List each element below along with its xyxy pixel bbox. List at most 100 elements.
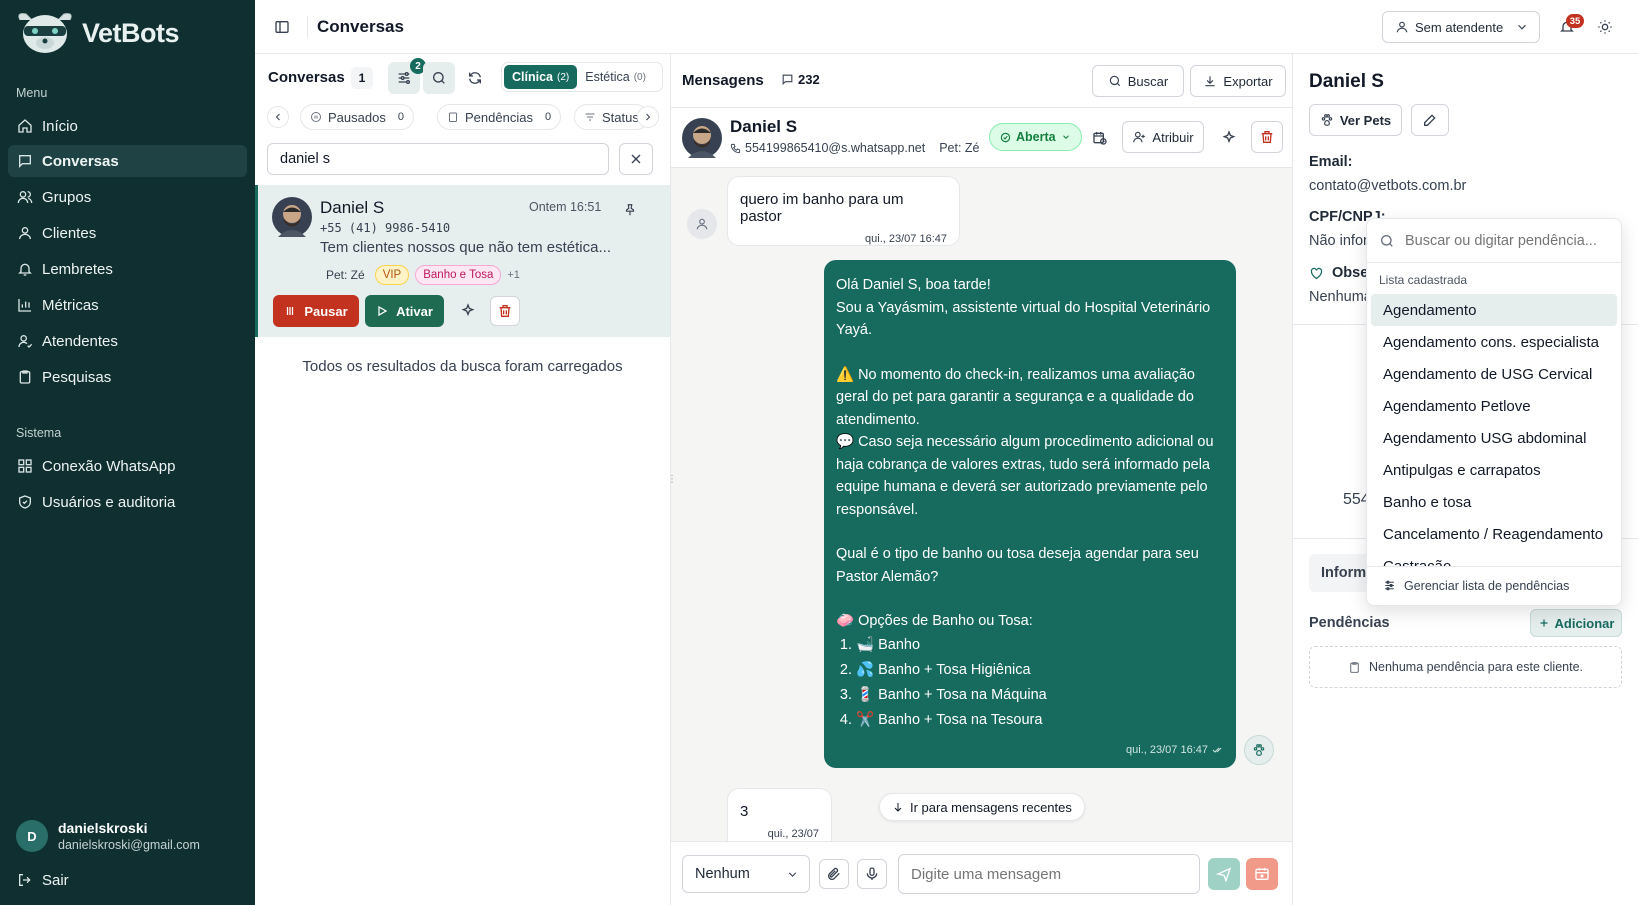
end-conversation-button[interactable] [1246, 858, 1278, 890]
template-select[interactable]: Nenhum [682, 855, 810, 893]
search-label: Buscar [1127, 73, 1169, 89]
chip-pausados[interactable]: Pausados 0 [300, 104, 414, 130]
option-item: 🛁 Banho [856, 633, 1224, 658]
option-item: 💈 Banho + Tosa na Máquina [856, 683, 1224, 708]
send-button[interactable] [1208, 858, 1240, 890]
sidebar-item-metricas[interactable]: Métricas [8, 289, 247, 321]
plus-icon [1540, 619, 1548, 627]
refresh-icon [469, 72, 481, 84]
sidebar-item-label: Lembretes [42, 260, 113, 278]
tag-vip: VIP [374, 265, 410, 285]
search-toggle-button[interactable] [423, 62, 455, 94]
phone-icon [730, 143, 741, 153]
notifications-button[interactable]: 35 [1552, 12, 1584, 42]
dropdown-option[interactable]: Antipulgas e carrapatos [1371, 454, 1617, 486]
refresh-button[interactable] [459, 62, 491, 94]
chevron-right-icon [646, 113, 651, 121]
assign-button[interactable]: Atribuir [1122, 121, 1204, 153]
dropdown-option[interactable]: Agendamento [1371, 294, 1617, 326]
tab-estetica[interactable]: Estética (0) [577, 65, 654, 89]
status-badge[interactable]: Aberta [989, 123, 1082, 151]
bot-avatar [1244, 735, 1274, 765]
edit-client-button[interactable] [1411, 104, 1449, 136]
sun-icon [1598, 20, 1612, 34]
attach-button[interactable] [819, 859, 849, 889]
sidebar-item-pesquisas[interactable]: Pesquisas [8, 361, 247, 393]
sidebar-item-usuarios[interactable]: Usuários e auditoria [8, 486, 247, 518]
logout-icon [19, 874, 31, 886]
sidebar-item-inicio[interactable]: Início [8, 110, 247, 142]
pendencia-search-input[interactable] [1405, 232, 1610, 249]
dropdown-option[interactable]: Agendamento Petlove [1371, 390, 1617, 422]
sidebar-item-grupos[interactable]: Grupos [8, 181, 247, 213]
conversations-title: Conversas [268, 69, 345, 86]
delete-conversation-button[interactable] [490, 296, 520, 326]
sidebar-item-conexao-whatsapp[interactable]: Conexão WhatsApp [8, 450, 247, 482]
filters-button[interactable]: 2 [388, 58, 426, 94]
chips-scroll-right-button[interactable] [637, 106, 659, 128]
tab-label: Clínica [512, 70, 553, 84]
export-button[interactable]: Exportar [1190, 65, 1286, 97]
pause-button[interactable]: Pausar [273, 295, 359, 327]
dropdown-option[interactable]: Agendamento cons. especialista [1371, 326, 1617, 358]
message-incoming: quero im banho para um pastor qui., 23/0… [727, 176, 960, 246]
dropdown-option[interactable]: Banho e tosa [1371, 486, 1617, 518]
resize-handle-left[interactable]: ⋮ [667, 474, 677, 485]
contact-name: Daniel S [320, 198, 385, 217]
app-logo[interactable]: VetBots [12, 10, 180, 56]
microphone-button[interactable] [857, 859, 887, 889]
add-pendencia-button[interactable]: Adicionar [1530, 609, 1622, 637]
delete-button[interactable] [1251, 121, 1283, 153]
pause-label: Pausar [304, 303, 348, 319]
theme-toggle-button[interactable] [1590, 12, 1620, 42]
dropdown-option[interactable]: Agendamento USG abdominal [1371, 422, 1617, 454]
toggle-sidebar-button[interactable] [267, 12, 297, 42]
chip-pendencias[interactable]: Pendências 0 [437, 104, 562, 130]
notification-badge: 35 [1566, 14, 1584, 28]
chevron-down-icon [1062, 135, 1069, 139]
sidebar-item-conversas[interactable]: Conversas [8, 145, 247, 177]
search-messages-button[interactable]: Buscar [1092, 65, 1184, 97]
dropdown-option[interactable]: Agendamento de USG Cervical [1371, 358, 1617, 390]
search-input[interactable] [267, 143, 609, 175]
user-profile[interactable]: D danielskroski danielskroski@gmail.com [16, 820, 200, 852]
logout-button[interactable]: Sair [8, 864, 247, 896]
contact-avatar [682, 118, 722, 158]
page-title: Conversas [317, 17, 404, 36]
status-label: Aberta [1016, 130, 1056, 144]
ai-sparkle-button[interactable] [1214, 123, 1244, 153]
manage-pendencias-button[interactable]: Gerenciar lista de pendências [1367, 566, 1621, 604]
message-input[interactable] [898, 854, 1200, 894]
jump-to-recent-button[interactable]: Ir para mensagens recentes [879, 793, 1085, 821]
message-paragraph: 💬 Caso seja necessário algum procediment… [836, 434, 1214, 518]
message-time-value: qui., 23/07 16:47 [1126, 744, 1208, 756]
dropdown-search [1367, 219, 1621, 263]
pause-circle-icon [311, 112, 321, 122]
dropdown-option[interactable]: Castração [1371, 550, 1617, 567]
sidebar-item-lembretes[interactable]: Lembretes [8, 253, 247, 285]
conversation-item[interactable]: Daniel S Ontem 16:51 +55 (41) 9986-5410 … [255, 185, 670, 337]
paperclip-icon [828, 867, 840, 880]
view-pets-button[interactable]: Ver Pets [1309, 104, 1402, 136]
whatsapp-id: 554199865410@s.whatsapp.net [745, 141, 926, 155]
microphone-icon [866, 867, 878, 880]
user-icon [1396, 21, 1408, 33]
option-item: ✂️ Banho + Tosa na Tesoura [856, 708, 1224, 733]
sidebar-item-clientes[interactable]: Clientes [8, 217, 247, 249]
ai-sparkle-button[interactable] [453, 296, 483, 326]
dropdown-option[interactable]: Cancelamento / Reagendamento [1371, 518, 1617, 550]
send-icon [1216, 867, 1232, 882]
tab-clinica[interactable]: Clínica (2) [504, 65, 578, 89]
schedule-button[interactable] [1085, 123, 1115, 153]
pin-button[interactable] [617, 197, 643, 223]
attendant-select[interactable]: Sem atendente [1382, 11, 1540, 43]
clear-search-button[interactable] [619, 143, 653, 175]
jump-label: Ir para mensagens recentes [910, 799, 1072, 815]
sidebar-item-label: Pesquisas [42, 368, 112, 386]
sidebar-item-atendentes[interactable]: Atendentes [8, 325, 247, 357]
client-name: Daniel S [1309, 71, 1384, 92]
topbar: Conversas Sem atendente 35 [255, 0, 1638, 54]
conversations-count: 1 [351, 67, 373, 89]
chips-scroll-left-button[interactable] [267, 106, 289, 128]
activate-button[interactable]: Ativar [365, 295, 444, 327]
